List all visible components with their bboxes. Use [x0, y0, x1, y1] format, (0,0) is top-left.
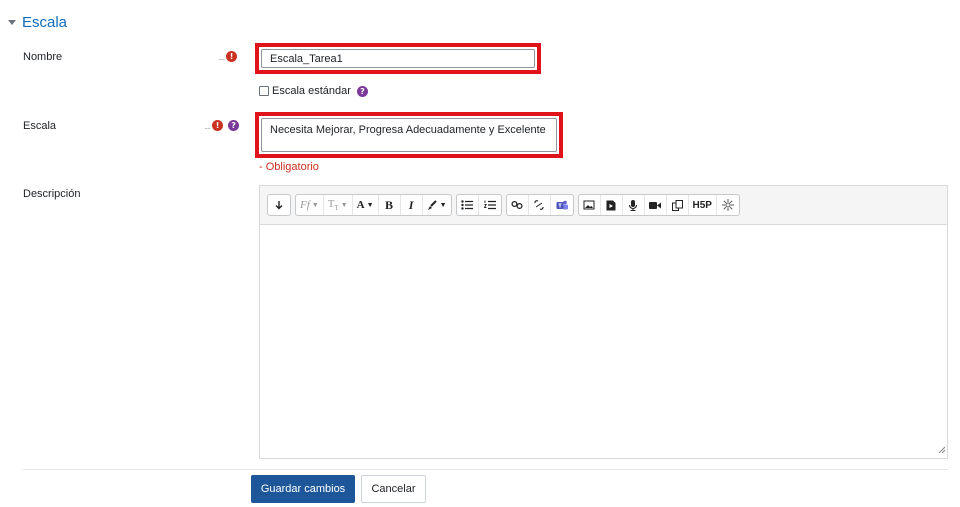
link-icon[interactable]: [507, 195, 529, 215]
h5p-icon[interactable]: H5P: [689, 195, 717, 215]
description-editor: Ff ▼ TT ▼ A ▼ B I ▼ H5P: [259, 185, 948, 459]
escala-estandar-checkbox[interactable]: [259, 86, 269, 96]
section-toggle-escala[interactable]: Escala: [8, 14, 67, 31]
collapse-toggle-icon[interactable]: [268, 195, 290, 215]
teams-icon[interactable]: [551, 195, 573, 215]
escala-estandar-row: Escala estándar ?: [259, 85, 368, 97]
editor-toolbar: Ff ▼ TT ▼ A ▼ B I ▼ H5P: [260, 186, 947, 225]
descripcion-label: Descripción: [23, 188, 81, 200]
highlight-box-nombre: Escala_Tarea1: [255, 43, 541, 74]
required-icon: !: [212, 120, 224, 131]
font-family-icon[interactable]: Ff ▼: [296, 195, 324, 215]
nombre-input[interactable]: Escala_Tarea1: [261, 49, 535, 68]
help-icon[interactable]: ?: [356, 85, 368, 97]
resize-handle-icon[interactable]: [938, 444, 946, 456]
font-size-icon[interactable]: TT ▼: [324, 195, 353, 215]
text-color-icon[interactable]: A ▼: [353, 195, 379, 215]
editor-content-area[interactable]: [260, 226, 947, 458]
escala-textarea[interactable]: Necesita Mejorar, Progresa Adecuadamente…: [261, 118, 557, 152]
unordered-list-icon[interactable]: [457, 195, 479, 215]
image-icon[interactable]: [579, 195, 601, 215]
media-icon[interactable]: [601, 195, 623, 215]
escala-estandar-label[interactable]: Escala estándar: [272, 85, 351, 97]
save-button[interactable]: Guardar cambios: [251, 475, 355, 503]
unlink-icon[interactable]: [529, 195, 551, 215]
nombre-required: .... !: [218, 51, 238, 62]
record-video-icon[interactable]: [645, 195, 667, 215]
divider: [23, 469, 948, 470]
accessibility-icon[interactable]: [717, 195, 739, 215]
escala-label: Escala: [23, 120, 57, 132]
help-icon[interactable]: ?: [228, 120, 240, 131]
required-icon: !: [226, 51, 238, 62]
bold-icon[interactable]: B: [379, 195, 401, 215]
highlight-icon[interactable]: ▼: [423, 195, 451, 215]
italic-icon[interactable]: I: [401, 195, 423, 215]
cancel-button[interactable]: Cancelar: [361, 475, 426, 503]
chevron-down-icon: [8, 20, 16, 25]
copy-icon[interactable]: [667, 195, 689, 215]
highlight-box-escala: Necesita Mejorar, Progresa Adecuadamente…: [255, 112, 563, 158]
nombre-label: Nombre: [23, 51, 63, 63]
escala-required: .... ! ?: [204, 120, 240, 131]
section-title: Escala: [22, 14, 68, 31]
record-audio-icon[interactable]: [623, 195, 645, 215]
escala-error: - Obligatorio: [259, 161, 319, 173]
ordered-list-icon[interactable]: [479, 195, 501, 215]
